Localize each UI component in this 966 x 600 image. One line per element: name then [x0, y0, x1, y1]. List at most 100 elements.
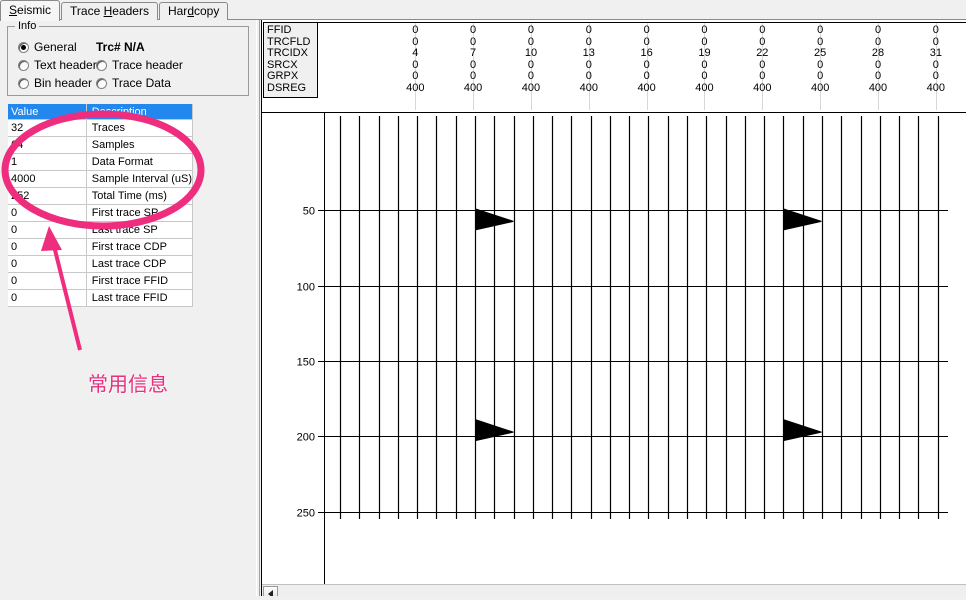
header-value-ffid: 0: [817, 24, 824, 36]
radio-trace-data[interactable]: Trace Data: [96, 76, 171, 90]
tab-label: Seismic: [9, 3, 52, 17]
info-table-header-row: Value Description: [8, 104, 194, 120]
tab-bar: Seismic Trace Headers Hardcopy: [0, 0, 966, 21]
radio-bin-header[interactable]: Bin header: [18, 76, 92, 90]
header-column: 0 0 22 0 0 400: [738, 23, 786, 110]
header-column: 0 0 7 0 0 400: [449, 23, 497, 110]
info-groupbox-title: Info: [15, 20, 40, 32]
table-row[interactable]: 252 Total Time (ms): [8, 187, 194, 205]
header-value-ffid: 0: [585, 24, 592, 36]
header-name-list: FFID TRCFLD TRCIDX SRCX GRPX DSREG: [263, 22, 318, 98]
header-value-dsreg: 400: [926, 81, 945, 94]
tab-seismic[interactable]: Seismic: [0, 0, 61, 21]
column-header-description[interactable]: Description: [86, 104, 194, 120]
cell-description: Samples: [86, 136, 194, 154]
tab-label: Trace Headers: [70, 4, 149, 18]
column-header-value[interactable]: Value: [8, 104, 87, 120]
header-name-ffid: FFID: [267, 24, 292, 36]
radio-bin-header-label: Bin header: [34, 76, 93, 90]
header-value-dsreg: 400: [810, 81, 830, 94]
header-column: 0 0 10 0 0 400: [507, 23, 555, 110]
radio-general[interactable]: General: [18, 40, 77, 54]
header-value-dsreg: 400: [637, 81, 656, 94]
table-row[interactable]: 0 First trace SP: [8, 204, 194, 222]
header-value-columns: 0 0 4 0 0 400 0 0 7 0 0 400 0 0 10 0 0 400 0 0 13 0 0 400 0 0 16 0 0…: [318, 22, 966, 111]
header-column: 0 0 31 0 0 400: [912, 23, 960, 110]
radio-trace-data-indicator[interactable]: [96, 78, 107, 89]
radio-text-header-indicator[interactable]: [18, 60, 29, 71]
cell-description: Data Format: [86, 153, 194, 171]
header-value-ffid: 0: [470, 24, 477, 36]
header-column: 0 0 13 0 0 400: [565, 23, 613, 110]
seismic-viewer-window: Seismic Trace Headers Hardcopy Info Genera…: [0, 0, 966, 600]
cell-value: 252: [8, 187, 87, 205]
table-row[interactable]: 1 Data Format: [8, 153, 194, 171]
seismic-plot-canvas[interactable]: 50 100 150 200 250: [262, 112, 966, 592]
cell-value: 0: [8, 204, 87, 222]
seismic-wiggle-peak: [783, 208, 822, 231]
tab-hardcopy[interactable]: Hardcopy: [158, 2, 229, 21]
header-value-dsreg: 400: [463, 81, 483, 94]
header-value-dsreg: 400: [406, 81, 425, 94]
table-row[interactable]: 0 Last trace CDP: [8, 255, 194, 273]
header-value-dsreg: 400: [868, 81, 888, 94]
cell-description: Traces: [86, 119, 194, 137]
window-bottom-strip: [0, 596, 966, 600]
seismic-plot[interactable]: 50 100 150 200 250: [262, 112, 966, 592]
cell-description: Sample Interval (uS): [86, 170, 194, 188]
header-value-dsreg: 400: [695, 81, 714, 94]
cell-description: Total Time (ms): [86, 187, 194, 205]
header-value-ffid: 0: [701, 24, 708, 36]
cell-description: First trace SP: [86, 204, 194, 222]
cell-description: First trace CDP: [86, 238, 194, 256]
seismic-wiggle-peak: [783, 419, 822, 442]
radio-text-header[interactable]: Text header: [18, 58, 97, 72]
table-row[interactable]: 0 First trace CDP: [8, 238, 194, 256]
cell-description: Last trace SP: [86, 221, 194, 239]
cell-value: 4000: [8, 170, 87, 188]
cell-value: 64: [8, 136, 87, 154]
header-column: 0 0 28 0 0 400: [854, 23, 902, 110]
table-row[interactable]: 0 Last trace FFID: [8, 289, 194, 307]
radio-general-label: General: [34, 40, 77, 54]
header-value-ffid: 0: [874, 24, 882, 36]
header-value-dsreg: 400: [753, 81, 772, 94]
tab-label: Hardcopy: [167, 4, 220, 18]
table-row[interactable]: 4000 Sample Interval (uS): [8, 170, 194, 188]
cell-value: 0: [8, 255, 87, 273]
cell-description: Last trace FFID: [86, 289, 194, 307]
header-column: 0 0 16 0 0 400: [623, 23, 671, 110]
radio-general-indicator[interactable]: [18, 42, 29, 53]
header-column: 0 0 19 0 0 400: [680, 23, 728, 110]
table-row[interactable]: 64 Samples: [8, 136, 194, 154]
header-value-ffid: 0: [527, 24, 535, 36]
header-name-dsreg: DSREG: [267, 81, 307, 94]
header-value-ffid: 0: [643, 24, 650, 36]
radio-bin-header-indicator[interactable]: [18, 78, 29, 89]
panel-splitter[interactable]: [256, 20, 260, 600]
seismic-display-panel: FFID TRCFLD TRCIDX SRCX GRPX DSREG 0 0 400…: [261, 20, 966, 600]
cell-description: First trace FFID: [86, 272, 194, 290]
info-table: Value Description 32 Traces 64 Samples 1 Data…: [8, 104, 194, 307]
header-value-ffid: 0: [759, 24, 766, 36]
tab-trace-headers[interactable]: Trace Headers: [61, 2, 158, 21]
time-tick-label: 250: [297, 508, 315, 520]
table-row[interactable]: 32 Traces: [8, 119, 194, 137]
time-tick-label: 200: [297, 432, 315, 444]
cell-description: Last trace CDP: [86, 255, 194, 273]
radio-trace-header[interactable]: Trace header: [96, 58, 183, 72]
cell-value: 0: [8, 272, 87, 290]
annotation-text: 常用信息: [88, 372, 168, 396]
table-row[interactable]: 0 First trace FFID: [8, 272, 194, 290]
trace-number-label: Trc# N/A: [96, 40, 145, 54]
left-info-panel: Info General Trc# N/A Text header Bin he…: [0, 20, 256, 600]
info-groupbox: Info General Trc# N/A Text header Bin he…: [7, 20, 249, 96]
header-value-dsreg: 400: [521, 81, 541, 94]
cell-value: 0: [8, 289, 87, 307]
cell-value: 0: [8, 221, 87, 239]
header-value-ffid: 0: [932, 24, 939, 36]
table-row[interactable]: 0 Last trace SP: [8, 221, 194, 239]
time-tick-label: 150: [297, 357, 315, 369]
header-column: 0 0 25 0 0 400: [796, 23, 844, 110]
radio-trace-header-indicator[interactable]: [96, 60, 107, 71]
